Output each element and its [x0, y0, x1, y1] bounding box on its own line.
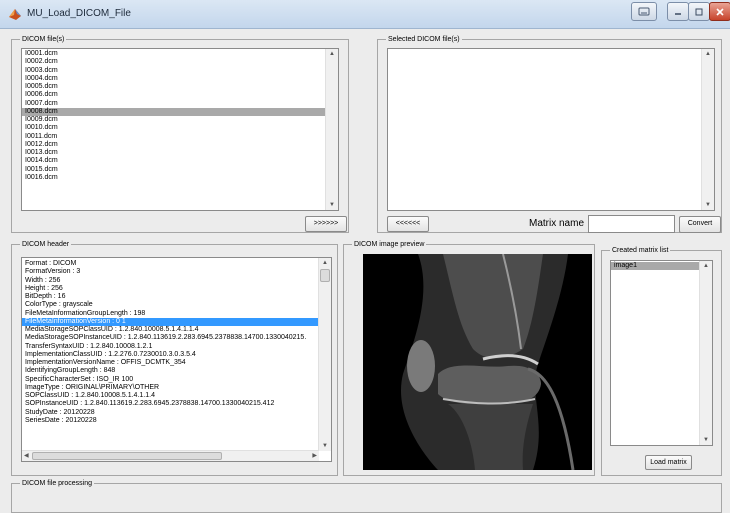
dicom-file-item[interactable]: I0014.dcm [22, 157, 326, 165]
load-matrix-button[interactable]: Load matrix [645, 455, 692, 470]
close-button[interactable] [709, 2, 730, 21]
dicom-header-panel: DICOM header Format : DICOM FormatVersion… [11, 240, 338, 476]
header-line[interactable]: Height : 256 [22, 285, 319, 293]
scroll-up-icon[interactable]: ▲ [326, 49, 338, 59]
matrix-list-scrollbar[interactable]: ▲ ▼ [699, 261, 712, 445]
header-line[interactable]: BitDepth : 16 [22, 293, 319, 301]
header-line[interactable]: FileMetaInformationVersion : 0 1 [22, 317, 319, 326]
dicom-files-panel: DICOM file(s) I0001.dcm I0002.dcm I0003.dc… [11, 35, 349, 233]
minimize-button[interactable] [667, 2, 689, 21]
dicom-file-item[interactable]: I0010.dcm [22, 124, 326, 132]
dicom-file-item[interactable]: I0007.dcm [22, 100, 326, 108]
scroll-up-icon[interactable]: ▲ [702, 49, 714, 59]
matrix-list-item[interactable]: image1 [611, 262, 700, 271]
scroll-down-icon[interactable]: ▼ [702, 200, 714, 210]
dicom-file-item[interactable]: I0006.dcm [22, 91, 326, 99]
scroll-up-icon[interactable]: ▲ [319, 258, 331, 268]
dicom-header-scrollbar[interactable]: ▲ ▼ [318, 258, 331, 451]
header-line[interactable]: ImplementationClassUID : 1.2.276.0.72300… [22, 351, 319, 359]
header-line[interactable]: StudyDate : 20120228 [22, 409, 319, 417]
close-icon [716, 7, 724, 16]
dicom-image-preview [363, 253, 592, 471]
dicom-file-item[interactable]: I0013.dcm [22, 149, 326, 157]
dicom-files-list[interactable]: I0001.dcm I0002.dcm I0003.dcm I0004.dcm I000… [21, 48, 339, 211]
scroll-down-icon[interactable]: ▼ [700, 435, 712, 445]
hscroll-thumb[interactable] [32, 452, 222, 460]
header-line[interactable]: TransferSyntaxUID : 1.2.840.10008.1.2.1 [22, 343, 319, 351]
header-line[interactable]: ColorType : grayscale [22, 301, 319, 309]
selected-files-title: Selected DICOM file(s) [386, 35, 462, 44]
header-line[interactable]: SOPClassUID : 1.2.840.10008.5.1.4.1.1.4 [22, 392, 319, 400]
help-button[interactable] [631, 2, 657, 21]
title-bar: MU_Load_DICOM_File [0, 0, 730, 29]
header-line[interactable]: FormatVersion : 3 [22, 268, 319, 276]
dicom-file-item[interactable]: I0005.dcm [22, 83, 326, 91]
dicom-file-item[interactable]: I0012.dcm [22, 141, 326, 149]
scroll-thumb[interactable] [320, 269, 330, 282]
maximize-icon [695, 8, 703, 15]
header-line[interactable]: Format : DICOM [22, 260, 319, 268]
header-line[interactable]: SpecificCharacterSet : ISO_IR 100 [22, 376, 319, 384]
selected-files-scrollbar[interactable]: ▲ ▼ [701, 49, 714, 210]
dicom-files-title: DICOM file(s) [20, 35, 67, 44]
processing-title: DICOM file processing [20, 479, 95, 488]
scroll-up-icon[interactable]: ▲ [700, 261, 712, 271]
scroll-down-icon[interactable]: ▼ [326, 200, 338, 210]
scroll-left-icon[interactable]: ◀ [24, 452, 29, 459]
scroll-right-icon[interactable]: ▶ [312, 452, 317, 459]
selected-files-panel: Selected DICOM file(s) ▲ ▼ <<<<<< Matrix… [377, 35, 722, 233]
matrix-list-items: image1 [611, 262, 700, 271]
dicom-header-hscrollbar[interactable]: ◀ ▶ [22, 450, 319, 461]
scroll-down-icon[interactable]: ▼ [319, 441, 331, 451]
dicom-header-lines: Format : DICOM FormatVersion : 3 Width : 2… [22, 260, 319, 425]
header-line[interactable]: IdentifyingGroupLength : 848 [22, 367, 319, 375]
dicom-header-title: DICOM header [20, 240, 72, 249]
add-files-button[interactable]: >>>>>> [305, 216, 347, 232]
header-line[interactable]: MediaStorageSOPInstanceUID : 1.2.840.113… [22, 334, 319, 342]
dicom-file-item[interactable]: I0002.dcm [22, 58, 326, 66]
matrix-list-panel: Created matrix list image1 ▲ ▼ Load matr… [601, 246, 722, 476]
convert-button[interactable]: Convert [679, 216, 721, 233]
header-line[interactable]: FileMetaInformationGroupLength : 198 [22, 310, 319, 318]
selected-files-list[interactable]: ▲ ▼ [387, 48, 715, 211]
minimize-icon [675, 12, 681, 15]
dicom-file-item[interactable]: I0009.dcm [22, 116, 326, 124]
help-icon [638, 7, 650, 16]
header-line[interactable]: SOPInstanceUID : 1.2.840.113619.2.283.69… [22, 400, 319, 408]
dicom-files-items: I0001.dcm I0002.dcm I0003.dcm I0004.dcm I000… [22, 50, 326, 182]
header-line[interactable]: Width : 256 [22, 277, 319, 285]
dicom-header-list[interactable]: Format : DICOM FormatVersion : 3 Width : 2… [21, 257, 332, 462]
header-line[interactable]: MediaStorageSOPClassUID : 1.2.840.10008.… [22, 326, 319, 334]
dicom-files-scrollbar[interactable]: ▲ ▼ [325, 49, 338, 210]
header-line[interactable]: ImageType : ORIGINAL\PRIMARY\OTHER [22, 384, 319, 392]
header-line[interactable]: SeriesDate : 20120228 [22, 417, 319, 425]
dicom-file-item[interactable]: I0008.dcm [22, 107, 326, 116]
dicom-file-item[interactable]: I0015.dcm [22, 166, 326, 174]
header-line[interactable]: ImplementationVersionName : OFFIS_DCMTK_… [22, 359, 319, 367]
matlab-icon [9, 9, 21, 20]
dicom-file-item[interactable]: I0004.dcm [22, 75, 326, 83]
matrix-list-title: Created matrix list [610, 246, 671, 255]
knee-mri-image [363, 253, 592, 471]
dicom-file-item[interactable]: I0001.dcm [22, 50, 326, 58]
remove-files-button[interactable]: <<<<<< [387, 216, 429, 232]
maximize-button[interactable] [688, 2, 710, 21]
processing-panel: DICOM file processing [11, 479, 722, 513]
image-preview-title: DICOM image preview [352, 240, 427, 249]
dicom-file-item[interactable]: I0016.dcm [22, 174, 326, 182]
matrix-name-input[interactable] [588, 215, 675, 233]
dicom-file-item[interactable]: I0011.dcm [22, 133, 326, 141]
dicom-file-item[interactable]: I0003.dcm [22, 67, 326, 75]
window-title: MU_Load_DICOM_File [27, 8, 131, 19]
matrix-list[interactable]: image1 ▲ ▼ [610, 260, 713, 446]
matrix-name-label: Matrix name [529, 218, 585, 229]
